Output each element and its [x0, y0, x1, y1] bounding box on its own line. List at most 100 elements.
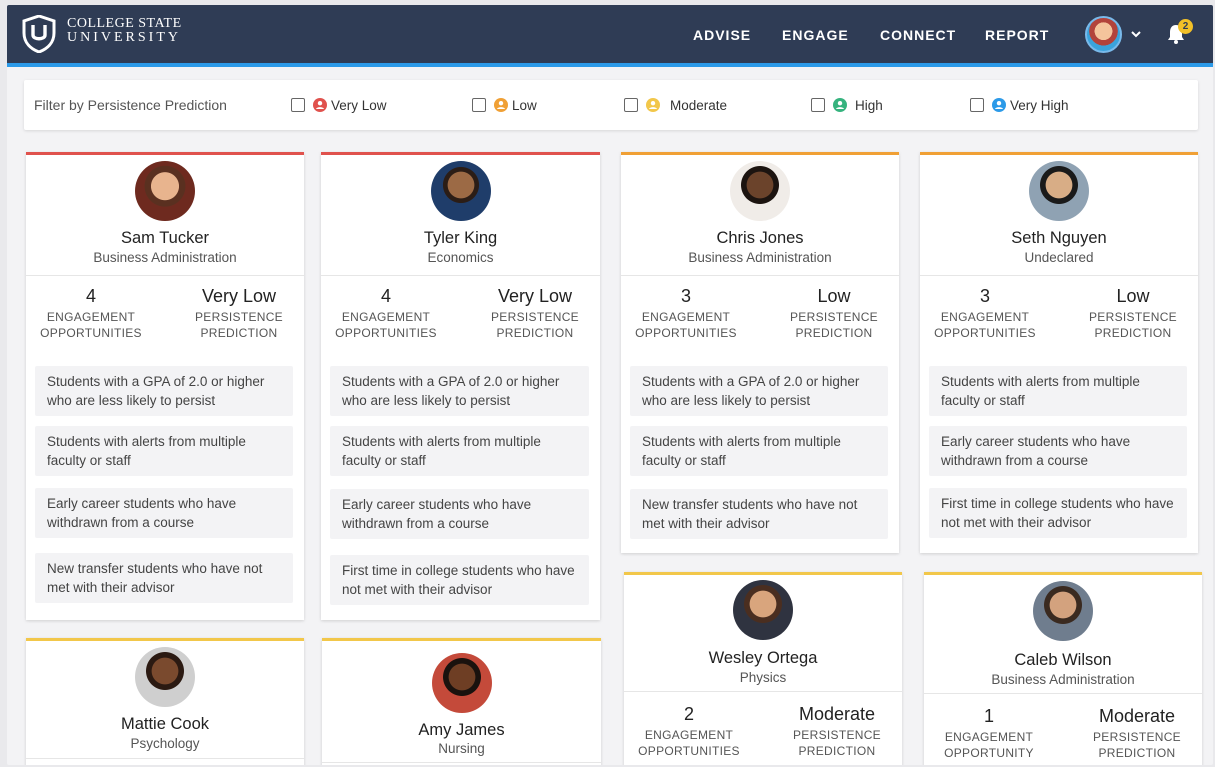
divider [321, 275, 600, 276]
filter-option-very-high[interactable]: Very High [970, 96, 1069, 114]
person-circle-icon [313, 98, 327, 112]
filter-option-label: High [855, 97, 883, 113]
engagement-stat: 4 ENGAGEMENT OPPORTUNITIES [26, 286, 156, 341]
filter-option-very-low[interactable]: Very Low [291, 96, 387, 114]
criteria-item[interactable]: First time in college students who have … [929, 488, 1187, 538]
filter-option-label: Very High [1010, 97, 1069, 113]
criteria-item[interactable]: Students with alerts from multiple facul… [929, 366, 1187, 416]
filter-option-moderate[interactable]: Moderate [624, 96, 727, 114]
persistence-value: Low [1116, 286, 1150, 306]
persistence-stat: Low PERSISTENCE PREDICTION [1068, 286, 1198, 341]
student-major: Economics [427, 250, 494, 265]
student-major: Physics [739, 670, 787, 685]
nav-advise[interactable]: ADVISE [693, 27, 751, 43]
student-name[interactable]: Tyler King [321, 229, 600, 248]
persistence-stat: Low PERSISTENCE PREDICTION [769, 286, 899, 341]
student-photo [430, 161, 491, 221]
criteria-item[interactable]: Early career students who have withdrawn… [330, 489, 589, 539]
persistence-value: Moderate [1098, 706, 1176, 726]
student-photo [733, 580, 793, 640]
criteria-item[interactable]: New transfer students who have not met w… [35, 553, 293, 603]
student-major: Psychology [130, 736, 200, 751]
persistence-stat: Moderate PERSISTENCE PREDICTION [1072, 706, 1202, 761]
student-card[interactable]: Wesley Ortega Physics 2 ENGAGEMENT OPPOR… [624, 572, 902, 765]
engagement-label: ENGAGEMENT OPPORTUNITIES [40, 310, 142, 340]
engagement-count: 3 [979, 286, 990, 306]
student-name[interactable]: Wesley Ortega [624, 649, 902, 668]
engagement-stat: 2 ENGAGEMENT OPPORTUNITIES [624, 704, 754, 759]
student-name[interactable]: Caleb Wilson [924, 651, 1202, 670]
user-avatar[interactable] [1085, 16, 1122, 53]
persistence-value: Moderate [798, 704, 876, 724]
criteria-item[interactable]: Students with a GPA of 2.0 or higher who… [330, 366, 589, 416]
student-card[interactable]: Amy James Nursing [322, 638, 601, 765]
student-card[interactable]: Sam Tucker Business Administration 4 ENG… [26, 152, 304, 620]
persistence-label: PERSISTENCE PREDICTION [491, 310, 579, 340]
student-name[interactable]: Seth Nguyen [920, 229, 1198, 248]
nav-connect[interactable]: CONNECT [880, 27, 956, 43]
criteria-item[interactable]: Students with alerts from multiple facul… [35, 426, 293, 476]
student-major: Business Administration [688, 250, 832, 265]
filter-option-label: Moderate [670, 97, 728, 113]
student-card[interactable]: Tyler King Economics 4 ENGAGEMENT OPPORT… [321, 152, 600, 620]
student-major: Nursing [438, 741, 485, 756]
filter-option-high[interactable]: High [811, 96, 883, 114]
chevron-down-icon[interactable] [1129, 27, 1143, 41]
persistence-label: PERSISTENCE PREDICTION [790, 310, 878, 340]
student-photo [730, 161, 790, 221]
top-nav: COLLEGE STATE UNIVERSITY ADVISE ENGAGE C… [7, 5, 1213, 67]
checkbox[interactable] [811, 98, 825, 112]
persistence-label: PERSISTENCE PREDICTION [1093, 730, 1181, 760]
checkbox[interactable] [472, 98, 486, 112]
notification-badge: 2 [1178, 19, 1193, 34]
criteria-item[interactable]: Students with alerts from multiple facul… [330, 426, 589, 476]
filter-option-low[interactable]: Low [472, 96, 537, 114]
engagement-stat: 1 ENGAGEMENT OPPORTUNITY [924, 706, 1054, 761]
student-name[interactable]: Chris Jones [621, 229, 899, 248]
student-photo [1033, 581, 1093, 641]
divider [920, 275, 1198, 276]
persistence-value: Very Low [201, 286, 277, 306]
divider [924, 693, 1202, 694]
student-photo [431, 653, 492, 713]
app-frame: COLLEGE STATE UNIVERSITY ADVISE ENGAGE C… [7, 5, 1213, 765]
brand-line-1: COLLEGE STATE [67, 16, 182, 31]
persistence-label: PERSISTENCE PREDICTION [793, 728, 881, 758]
person-circle-icon [833, 98, 847, 112]
university-name[interactable]: COLLEGE STATE UNIVERSITY [67, 17, 182, 45]
student-card[interactable]: Seth Nguyen Undeclared 3 ENGAGEMENT OPPO… [920, 152, 1198, 553]
criteria-item[interactable]: Early career students who have withdrawn… [35, 488, 293, 538]
checkbox[interactable] [291, 98, 305, 112]
criteria-item[interactable]: Students with a GPA of 2.0 or higher who… [35, 366, 293, 416]
criteria-item[interactable]: First time in college students who have … [330, 555, 589, 605]
student-major: Business Administration [93, 250, 237, 265]
nav-engage[interactable]: ENGAGE [782, 27, 849, 43]
checkbox[interactable] [624, 98, 638, 112]
persistence-label: PERSISTENCE PREDICTION [195, 310, 283, 340]
criteria-item[interactable]: Students with a GPA of 2.0 or higher who… [630, 366, 888, 416]
shield-logo-icon[interactable] [22, 15, 56, 53]
engagement-label: ENGAGEMENT OPPORTUNITY [944, 730, 1034, 760]
student-name[interactable]: Mattie Cook [26, 715, 304, 734]
checkbox[interactable] [970, 98, 984, 112]
persistence-stat: Moderate PERSISTENCE PREDICTION [772, 704, 902, 759]
engagement-stat: 4 ENGAGEMENT OPPORTUNITIES [321, 286, 451, 341]
persistence-value: Low [817, 286, 851, 306]
nav-report[interactable]: REPORT [985, 27, 1049, 43]
criteria-item[interactable]: Students with alerts from multiple facul… [630, 426, 888, 476]
criteria-item[interactable]: Early career students who have withdrawn… [929, 426, 1187, 476]
person-circle-icon [992, 98, 1006, 112]
engagement-label: ENGAGEMENT OPPORTUNITIES [934, 310, 1036, 340]
student-name[interactable]: Amy James [322, 721, 601, 740]
student-name[interactable]: Sam Tucker [26, 229, 304, 248]
student-card[interactable]: Chris Jones Business Administration 3 EN… [621, 152, 899, 553]
person-circle-icon [646, 98, 660, 112]
criteria-item[interactable]: New transfer students who have not met w… [630, 489, 888, 539]
person-circle-icon [494, 98, 508, 112]
student-card[interactable]: Caleb Wilson Business Administration 1 E… [924, 572, 1202, 765]
engagement-label: ENGAGEMENT OPPORTUNITIES [635, 310, 737, 340]
student-photo [135, 647, 195, 707]
engagement-count: 2 [683, 704, 694, 724]
student-card[interactable]: Mattie Cook Psychology [26, 638, 304, 765]
engagement-count: 3 [680, 286, 691, 306]
